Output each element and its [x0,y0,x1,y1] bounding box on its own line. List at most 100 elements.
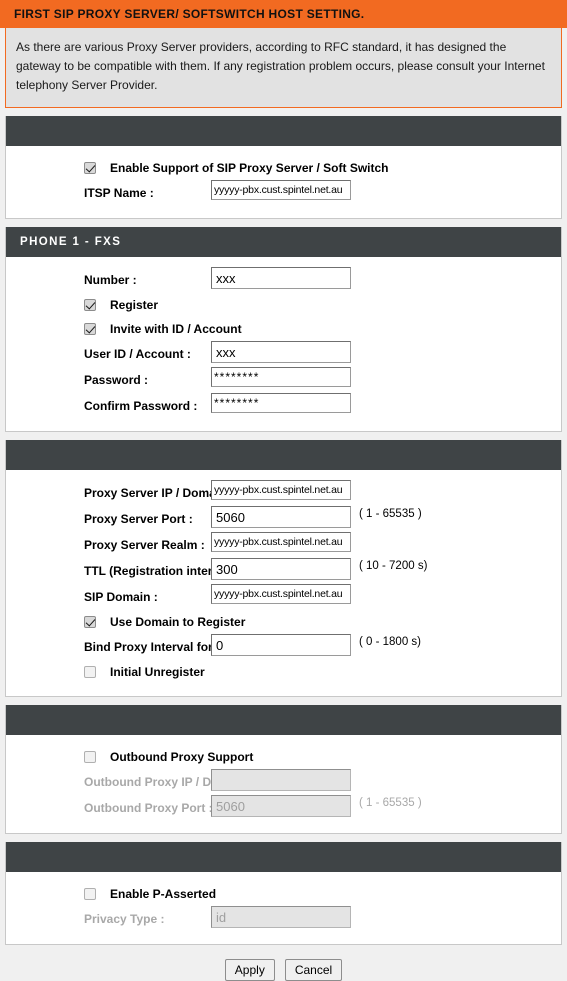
outbound-port-row: Outbound Proxy Port : ( 1 - 65535 ) [6,795,561,821]
cancel-button[interactable]: Cancel [284,959,343,981]
password-field-col [211,367,356,387]
proxy-realm-field-col [211,532,356,552]
outbound-ip-label: Outbound Proxy IP / Domain : [84,775,254,789]
outbound-port-input [211,795,351,817]
outbound-support-row: Outbound Proxy Support [6,745,561,769]
phone-fxs-panel-title: PHONE 1 - FXS [20,236,122,248]
invite-with-id-checkbox[interactable] [84,323,96,335]
enable-sip-proxy-label: Enable Support of SIP Proxy Server / Sof… [110,161,389,175]
invite-with-id-label: Invite with ID / Account [110,322,242,336]
itsp-name-row: ITSP Name : [6,180,561,206]
outbound-support-checkbox[interactable] [84,751,96,763]
enable-p-asserted-row: Enable P-Asserted [6,882,561,906]
number-input[interactable] [211,267,351,289]
password-label: Password : [84,373,149,387]
privacy-type-field-col [211,906,356,928]
ttl-row: TTL (Registration interval) : ( 10 - 720… [6,558,561,584]
confirm-password-field-col [211,393,356,413]
sip-domain-field-col [211,584,356,604]
user-id-field-col [211,341,356,363]
outbound-proxy-panel: Outbound Proxy Support Outbound Proxy IP… [5,705,562,834]
ttl-input[interactable] [211,558,351,580]
proxy-server-panel: Proxy Server IP / Domain : Proxy Server … [5,440,562,697]
outbound-ip-row: Outbound Proxy IP / Domain : [6,769,561,795]
privacy-type-input [211,906,351,928]
outbound-support-label: Outbound Proxy Support [110,750,254,764]
number-row: Number : [6,267,561,293]
user-id-input[interactable] [211,341,351,363]
number-label: Number : [84,273,137,287]
confirm-password-input[interactable] [211,393,351,413]
proxy-port-label: Proxy Server Port : [84,512,193,526]
outbound-proxy-panel-header [6,705,561,735]
sip-domain-row: SIP Domain : [6,584,561,610]
itsp-name-label: ITSP Name : [84,186,154,200]
description-box: As there are various Proxy Server provid… [5,28,562,108]
enable-p-asserted-checkbox[interactable] [84,888,96,900]
p-asserted-panel: Enable P-Asserted Privacy Type : [5,842,562,945]
invite-with-id-row: Invite with ID / Account [6,317,561,341]
outbound-port-label: Outbound Proxy Port : [84,801,213,815]
phone-fxs-panel-body: Number : Register Invite with ID / Accou… [6,257,561,431]
ttl-label: TTL (Registration interval) : [84,564,241,578]
initial-unregister-row: Initial Unregister [6,660,561,684]
proxy-realm-input[interactable] [211,532,351,552]
proxy-ip-row: Proxy Server IP / Domain : [6,480,561,506]
enable-sip-proxy-checkbox[interactable] [84,162,96,174]
proxy-server-panel-header [6,440,561,470]
use-domain-checkbox[interactable] [84,616,96,628]
itsp-name-field-col [211,180,356,200]
password-input[interactable] [211,367,351,387]
itsp-name-input[interactable] [211,180,351,200]
use-domain-label: Use Domain to Register [110,615,246,629]
proxy-ip-input[interactable] [211,480,351,500]
initial-unregister-label: Initial Unregister [110,665,205,679]
user-id-label: User ID / Account : [84,347,191,361]
p-asserted-panel-header [6,842,561,872]
proxy-port-input[interactable] [211,506,351,528]
bind-proxy-field-col: ( 0 - 1800 s) [211,634,421,656]
bind-proxy-row: Bind Proxy Interval for NAT : ( 0 - 1800… [6,634,561,660]
bind-proxy-label: Bind Proxy Interval for NAT : [84,640,248,654]
proxy-ip-field-col [211,480,356,500]
form-button-bar: Apply Cancel [0,959,567,981]
outbound-proxy-panel-body: Outbound Proxy Support Outbound Proxy IP… [6,735,561,833]
proxy-realm-label: Proxy Server Realm : [84,538,205,552]
page-title: FIRST SIP PROXY SERVER/ SOFTSWITCH HOST … [14,7,365,21]
proxy-ip-label: Proxy Server IP / Domain : [84,486,234,500]
sip-proxy-panel-header [6,116,561,146]
register-checkbox[interactable] [84,299,96,311]
register-label: Register [110,298,159,312]
description-text: As there are various Proxy Server provid… [16,40,545,92]
password-row: Password : [6,367,561,393]
proxy-port-hint: ( 1 - 65535 ) [359,508,422,520]
proxy-realm-row: Proxy Server Realm : [6,532,561,558]
sip-domain-input[interactable] [211,584,351,604]
privacy-type-label: Privacy Type : [84,912,165,926]
ttl-field-col: ( 10 - 7200 s) [211,558,427,580]
initial-unregister-checkbox[interactable] [84,666,96,678]
enable-p-asserted-label: Enable P-Asserted [110,887,217,901]
user-id-row: User ID / Account : [6,341,561,367]
p-asserted-panel-body: Enable P-Asserted Privacy Type : [6,872,561,944]
phone-fxs-panel: PHONE 1 - FXS Number : Register Invite w… [5,227,562,432]
number-field-col [211,267,356,289]
register-row: Register [6,293,561,317]
privacy-type-row: Privacy Type : [6,906,561,932]
use-domain-row: Use Domain to Register [6,610,561,634]
outbound-port-field-col: ( 1 - 65535 ) [211,795,422,817]
sip-proxy-panel-body: Enable Support of SIP Proxy Server / Sof… [6,146,561,218]
outbound-ip-input [211,769,351,791]
confirm-password-row: Confirm Password : [6,393,561,419]
bind-proxy-input[interactable] [211,634,351,656]
sip-domain-label: SIP Domain : [84,590,158,604]
proxy-port-field-col: ( 1 - 65535 ) [211,506,422,528]
confirm-password-label: Confirm Password : [84,399,198,413]
sip-proxy-panel: Enable Support of SIP Proxy Server / Sof… [5,116,562,219]
bind-proxy-hint: ( 0 - 1800 s) [359,636,421,648]
outbound-port-hint: ( 1 - 65535 ) [359,797,422,809]
proxy-port-row: Proxy Server Port : ( 1 - 65535 ) [6,506,561,532]
enable-sip-proxy-row: Enable Support of SIP Proxy Server / Sof… [6,156,561,180]
apply-button[interactable]: Apply [224,959,275,981]
phone-fxs-panel-header: PHONE 1 - FXS [6,227,561,257]
